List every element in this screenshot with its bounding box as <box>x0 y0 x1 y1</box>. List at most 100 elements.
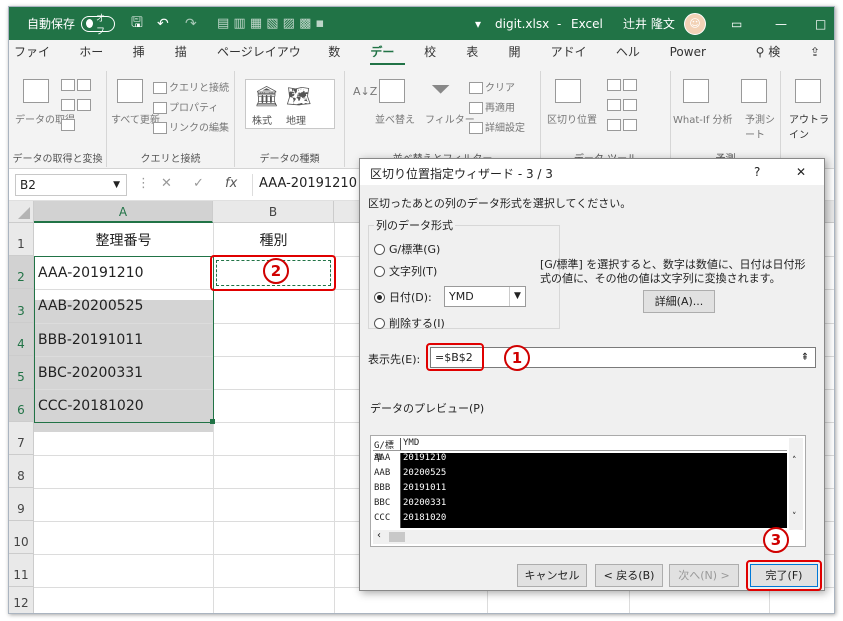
cancel-formula-icon[interactable]: ✕ <box>161 176 172 191</box>
row-header-2[interactable]: 2 <box>9 256 34 289</box>
tab-home[interactable]: ホーム <box>79 40 113 84</box>
collapse-dialog-icon[interactable]: ⇞ <box>797 348 813 367</box>
customize-qat-icon[interactable]: ▾ <box>475 7 481 40</box>
save-icon[interactable]: 🖫 <box>131 7 143 40</box>
row-header-3[interactable]: 3 <box>9 289 34 323</box>
radio-text-circle <box>374 265 385 277</box>
minimize-icon[interactable]: — <box>775 7 787 40</box>
cancel-button[interactable]: キャンセル <box>517 564 587 587</box>
share-icon[interactable]: ⇪ <box>810 40 820 65</box>
app-name: Excel <box>571 16 603 31</box>
scroll-thumb[interactable] <box>389 532 405 542</box>
outline-button[interactable]: アウトライン <box>789 111 829 141</box>
back-button[interactable]: < 戻る(B) <box>595 564 663 587</box>
forecast-sheet-button[interactable]: 予測シート <box>745 111 775 141</box>
cell-a1[interactable]: 整理番号 <box>34 223 213 256</box>
tab-formulas[interactable]: 数式 <box>328 40 351 84</box>
autosave-toggle[interactable]: オフ <box>81 7 115 40</box>
preview-vertical-scrollbar[interactable]: ˄ ˅ <box>789 438 803 530</box>
queries-button[interactable]: クエリと接続 <box>153 79 229 94</box>
name-box-dropdown-icon[interactable]: ▼ <box>113 175 120 195</box>
name-box[interactable]: B2 ▼ <box>15 174 127 196</box>
data-preview[interactable]: G/標準 YMD AAA 20191210 AAB 20200525 BBB 2… <box>370 435 806 547</box>
data-validation-icon[interactable] <box>607 119 639 131</box>
group-queries: すべて更新 クエリと接続 プロパティ リンクの編集 クエリと接続 <box>107 71 235 167</box>
scroll-down-icon[interactable]: ˅ <box>792 512 797 522</box>
row-header-10[interactable]: 10 <box>9 521 34 554</box>
tell-me-search[interactable]: ⚲ 検索 <box>756 40 791 84</box>
user-avatar[interactable]: ☺ <box>684 7 706 40</box>
geography-button[interactable]: 地理 <box>286 112 306 127</box>
row-header-7[interactable]: 7 <box>9 422 34 455</box>
fill-handle[interactable] <box>210 419 215 424</box>
data-types-gallery[interactable]: 🏛 🗺 株式 地理 <box>245 79 335 129</box>
preview-row: CCC 20181020 <box>373 513 787 528</box>
insert-function-icon[interactable]: fx <box>225 176 237 191</box>
from-web-icon[interactable] <box>61 99 93 111</box>
reapply-icon <box>469 102 483 114</box>
stocks-button[interactable]: 株式 <box>252 112 272 127</box>
scroll-up-icon[interactable]: ˄ <box>792 456 797 466</box>
advanced-filter-button[interactable]: 詳細設定 <box>469 119 525 134</box>
tab-addins[interactable]: アドイン <box>551 40 597 84</box>
tab-power-pivot[interactable]: Power Pivot <box>670 40 737 84</box>
column-header-a[interactable]: A <box>34 201 213 223</box>
formula-input[interactable]: AAA-20191210 <box>252 174 372 196</box>
tab-data[interactable]: データ <box>370 40 406 84</box>
tab-file[interactable]: ファイル <box>14 40 60 84</box>
tab-page-layout[interactable]: ページレイアウト <box>217 40 309 84</box>
column-header-b[interactable]: B <box>213 201 334 223</box>
whatif-button[interactable]: What-If 分析 <box>673 111 733 126</box>
row-header-5[interactable]: 5 <box>9 356 34 389</box>
undo-icon[interactable]: ↶ <box>157 7 169 40</box>
sort-az-icon[interactable]: A↓Z <box>353 85 377 98</box>
flash-fill-icon[interactable] <box>607 79 639 91</box>
tab-insert[interactable]: 挿入 <box>133 40 156 84</box>
reapply-button[interactable]: 再適用 <box>469 99 515 114</box>
next-button[interactable]: 次へ(N) > <box>669 564 739 587</box>
properties-button[interactable]: プロパティ <box>153 99 218 114</box>
help-icon[interactable]: ? <box>754 165 760 179</box>
cell-b1[interactable]: 種別 <box>213 223 334 256</box>
radio-text[interactable]: 文字列(T) <box>374 263 437 279</box>
edit-links-button[interactable]: リンクの編集 <box>153 119 229 134</box>
row-header-6[interactable]: 6 <box>9 389 34 422</box>
scroll-left-icon[interactable]: ‹ <box>377 530 381 541</box>
group-forecast: What-If 分析 予測シート 予測 <box>671 71 781 167</box>
format-group-label: 列のデータ形式 <box>374 217 455 233</box>
row-header-12[interactable]: 12 <box>9 587 34 613</box>
from-table-icon[interactable] <box>61 119 77 131</box>
advanced-button[interactable]: 詳細(A)... <box>643 290 715 313</box>
clear-button[interactable]: クリア <box>469 79 515 94</box>
radio-skip[interactable]: 削除する(I) <box>374 315 445 331</box>
redo-icon[interactable]: ↷ <box>185 7 197 40</box>
preview-horizontal-scrollbar[interactable]: ‹ <box>373 530 787 544</box>
date-format-select[interactable]: YMD ▼ <box>444 286 526 307</box>
tab-help[interactable]: ヘルプ <box>616 40 651 84</box>
annotation-badge-3: 3 <box>763 527 789 553</box>
close-icon[interactable]: ✕ <box>796 165 806 179</box>
date-format-value: YMD <box>449 290 474 303</box>
confirm-formula-icon[interactable]: ✓ <box>193 176 204 191</box>
row-header-11[interactable]: 11 <box>9 554 34 587</box>
radio-date[interactable]: 日付(D): <box>374 289 432 305</box>
row-header-1[interactable]: 1 <box>9 223 34 256</box>
select-all-corner[interactable] <box>9 201 34 223</box>
tab-review[interactable]: 校閲 <box>424 40 447 84</box>
tab-draw[interactable]: 描画 <box>175 40 198 84</box>
from-text-icon[interactable] <box>61 79 93 91</box>
radio-general[interactable]: G/標準(G) <box>374 241 440 257</box>
quick-access-icons[interactable]: ▤ ▥ ▦ ▧ ▨ ▩ ▪ <box>217 7 324 40</box>
row-header-4[interactable]: 4 <box>9 323 34 356</box>
row-header-9[interactable]: 9 <box>9 488 34 521</box>
row-header-8[interactable]: 8 <box>9 455 34 488</box>
text-to-columns-button[interactable]: 区切り位置 <box>547 111 597 126</box>
tab-developer[interactable]: 開発 <box>508 40 531 84</box>
sort-button[interactable]: 並べ替え <box>375 111 415 126</box>
destination-input[interactable]: =$B$2 ⇞ <box>430 347 816 368</box>
tab-view[interactable]: 表示 <box>466 40 489 84</box>
remove-duplicates-icon[interactable] <box>607 99 639 111</box>
ribbon-display-icon[interactable]: ▭ <box>731 7 742 40</box>
maximize-icon[interactable]: □ <box>815 7 826 40</box>
filter-button[interactable]: フィルター <box>425 111 475 126</box>
